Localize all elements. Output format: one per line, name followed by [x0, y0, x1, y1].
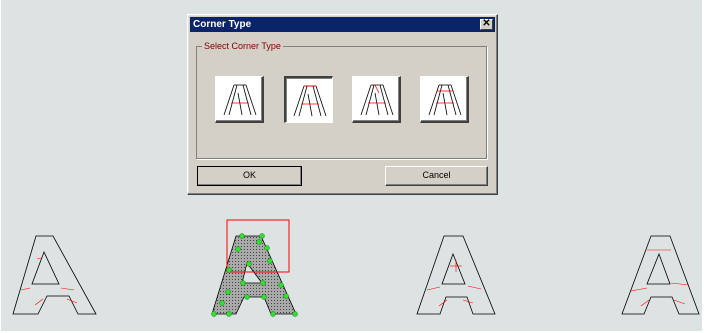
- letter-a-outline-3[interactable]: [416, 235, 496, 315]
- corner-type-4-button[interactable]: [420, 76, 469, 123]
- corner-type-2-button[interactable]: [284, 76, 333, 123]
- corner-type-3-button[interactable]: [352, 76, 401, 123]
- ok-button[interactable]: OK: [197, 166, 302, 186]
- corner-type-4-icon: [428, 84, 462, 116]
- corner-type-2-icon: [293, 85, 327, 117]
- letter-a-outline-1[interactable]: [12, 235, 97, 315]
- dialog-titlebar[interactable]: Corner Type ✕: [190, 17, 495, 32]
- letter-a-selected[interactable]: [211, 219, 298, 317]
- close-button[interactable]: ✕: [480, 19, 493, 30]
- dialog-title: Corner Type: [193, 19, 252, 30]
- corner-type-3-icon: [360, 84, 394, 116]
- corner-type-dialog: Corner Type ✕ Select Corner Type OK Canc…: [187, 14, 498, 195]
- cancel-button[interactable]: Cancel: [385, 166, 488, 186]
- letter-a-outline-4[interactable]: [621, 235, 700, 315]
- corner-type-1-icon: [223, 84, 257, 116]
- corner-type-1-button[interactable]: [215, 76, 264, 123]
- group-label: Select Corner Type: [202, 40, 283, 52]
- corner-type-group: Select Corner Type: [196, 40, 487, 159]
- close-icon: ✕: [482, 18, 491, 29]
